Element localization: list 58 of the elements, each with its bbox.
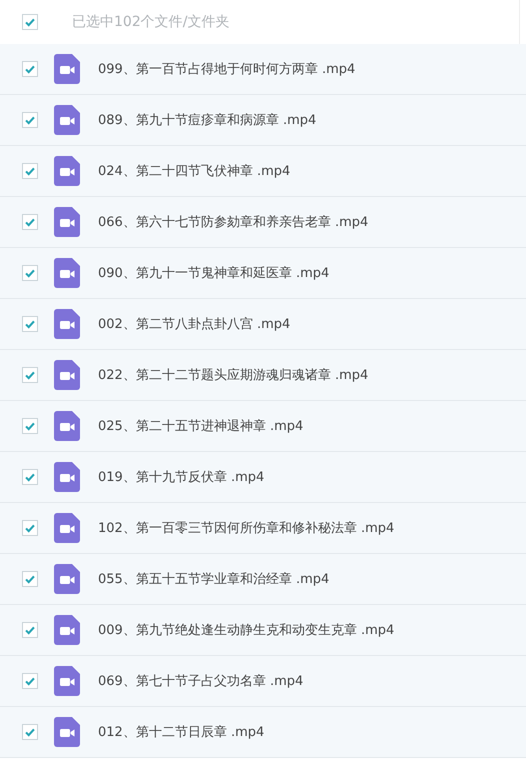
file-name: 002、第二节八卦点卦八宫 .mp4	[98, 316, 290, 333]
selection-count: 已选中102个文件/文件夹	[72, 13, 230, 31]
file-row[interactable]: 102、第一百零三节因何所伤章和修补秘法章 .mp4	[0, 503, 526, 554]
video-file-icon	[54, 207, 80, 237]
file-row[interactable]: 069、第七十节子占父功名章 .mp4	[0, 656, 526, 707]
video-file-icon	[54, 156, 80, 186]
file-name: 069、第七十节子占父功名章 .mp4	[98, 673, 304, 690]
file-checkbox[interactable]	[22, 214, 38, 230]
file-checkbox[interactable]	[22, 61, 38, 77]
file-row[interactable]: 019、第十九节反伏章 .mp4	[0, 452, 526, 503]
file-row[interactable]: 099、第一百节占得地于何时何方两章 .mp4	[0, 44, 526, 95]
file-row[interactable]: 002、第二节八卦点卦八宫 .mp4	[0, 299, 526, 350]
video-file-icon	[54, 717, 80, 747]
file-name: 090、第九十一节鬼神章和延医章 .mp4	[98, 265, 330, 282]
file-name: 025、第二十五节进神退神章 .mp4	[98, 418, 304, 435]
file-name: 019、第十九节反伏章 .mp4	[98, 469, 264, 486]
file-row[interactable]: 025、第二十五节进神退神章 .mp4	[0, 401, 526, 452]
file-row[interactable]: 012、第十二节日辰章 .mp4	[0, 707, 526, 758]
file-checkbox[interactable]	[22, 316, 38, 332]
file-row[interactable]: 089、第九十节痘疹章和病源章 .mp4	[0, 95, 526, 146]
file-name: 089、第九十节痘疹章和病源章 .mp4	[98, 112, 316, 129]
video-file-icon	[54, 564, 80, 594]
file-name: 099、第一百节占得地于何时何方两章 .mp4	[98, 61, 356, 78]
file-checkbox[interactable]	[22, 265, 38, 281]
file-checkbox[interactable]	[22, 724, 38, 740]
select-all-checkbox[interactable]	[22, 14, 38, 30]
video-file-icon	[54, 105, 80, 135]
file-name: 102、第一百零三节因何所伤章和修补秘法章 .mp4	[98, 520, 394, 537]
file-checkbox[interactable]	[22, 520, 38, 536]
file-name: 055、第五十五节学业章和治经章 .mp4	[98, 571, 330, 588]
file-row[interactable]: 022、第二十二节题头应期游魂归魂诸章 .mp4	[0, 350, 526, 401]
file-name: 009、第九节绝处逢生动静生克和动变生克章 .mp4	[98, 622, 394, 639]
file-row[interactable]: 009、第九节绝处逢生动静生克和动变生克章 .mp4	[0, 605, 526, 656]
file-checkbox[interactable]	[22, 112, 38, 128]
file-checkbox[interactable]	[22, 571, 38, 587]
file-row[interactable]: 090、第九十一节鬼神章和延医章 .mp4	[0, 248, 526, 299]
video-file-icon	[54, 462, 80, 492]
video-file-icon	[54, 411, 80, 441]
file-name: 022、第二十二节题头应期游魂归魂诸章 .mp4	[98, 367, 368, 384]
file-row[interactable]: 024、第二十四节飞伏神章 .mp4	[0, 146, 526, 197]
file-checkbox[interactable]	[22, 673, 38, 689]
file-row[interactable]: 066、第六十七节防参劾章和养亲告老章 .mp4	[0, 197, 526, 248]
file-checkbox[interactable]	[22, 622, 38, 638]
video-file-icon	[54, 258, 80, 288]
file-checkbox[interactable]	[22, 418, 38, 434]
video-file-icon	[54, 513, 80, 543]
video-file-icon	[54, 54, 80, 84]
file-name: 012、第十二节日辰章 .mp4	[98, 724, 264, 741]
file-name: 066、第六十七节防参劾章和养亲告老章 .mp4	[98, 214, 368, 231]
video-file-icon	[54, 666, 80, 696]
video-file-icon	[54, 309, 80, 339]
video-file-icon	[54, 360, 80, 390]
file-row[interactable]: 055、第五十五节学业章和治经章 .mp4	[0, 554, 526, 605]
video-file-icon	[54, 615, 80, 645]
file-checkbox[interactable]	[22, 367, 38, 383]
file-name: 024、第二十四节飞伏神章 .mp4	[98, 163, 290, 180]
file-checkbox[interactable]	[22, 163, 38, 179]
file-checkbox[interactable]	[22, 469, 38, 485]
